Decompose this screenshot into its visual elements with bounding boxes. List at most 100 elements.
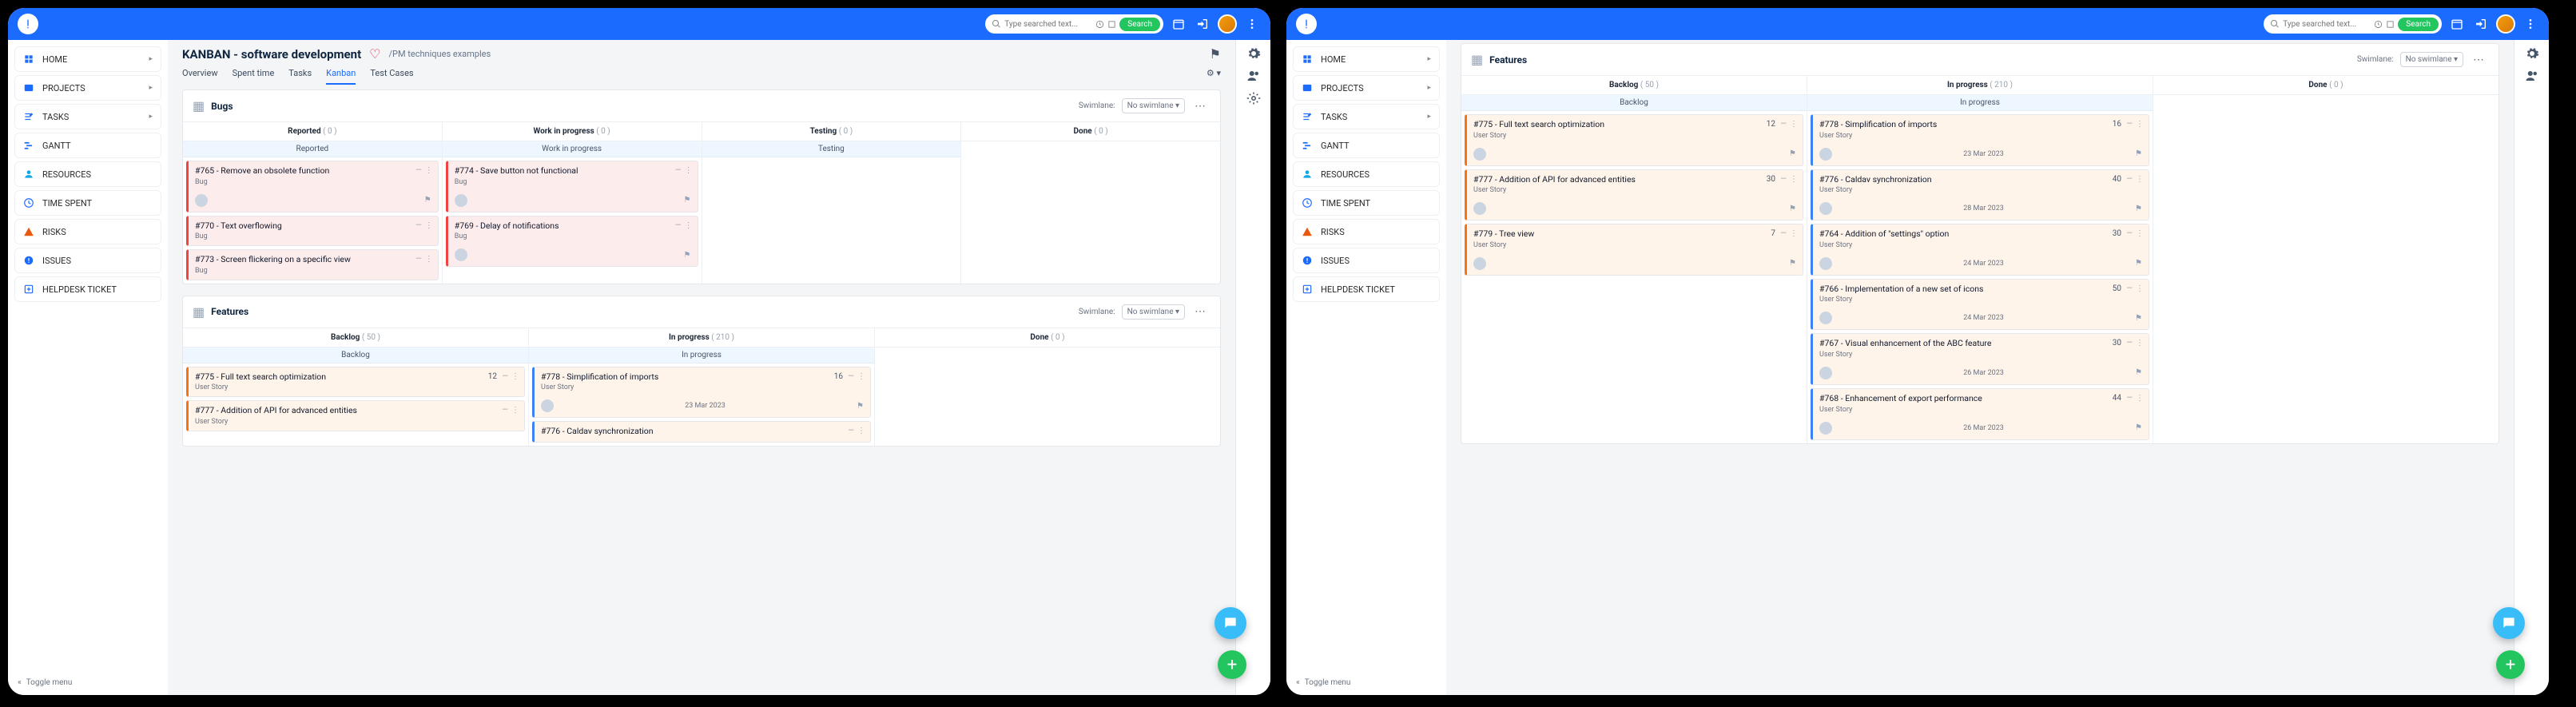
card-menu-icon[interactable]: ⋮ — [2136, 175, 2144, 184]
card-menu-icon[interactable]: ⋮ — [2136, 229, 2144, 238]
sidebar-item-tasks[interactable]: TASKS▸ — [1293, 104, 1440, 129]
expand-search-icon[interactable] — [2386, 20, 2395, 29]
sidebar-item-gantt[interactable]: GANTT — [1293, 133, 1440, 158]
sidebar-item-timespent[interactable]: TIME SPENT — [14, 190, 161, 216]
card-collapse-icon[interactable]: — — [2126, 284, 2133, 293]
sidebar-item-risks[interactable]: RISKS — [14, 219, 161, 244]
tab-spent-time[interactable]: Spent time — [233, 68, 275, 85]
features-options[interactable]: ⋯ — [2470, 54, 2489, 66]
flag-mini-icon[interactable]: ⚑ — [424, 196, 431, 205]
card-collapse-icon[interactable]: — — [2126, 394, 2133, 403]
assignee-avatar[interactable] — [1819, 367, 1832, 379]
sidebar-item-tasks[interactable]: TASKS▸ — [14, 104, 161, 129]
kanban-card[interactable]: — ⋮ #773 - Screen flickering on a specif… — [186, 249, 439, 280]
card-collapse-icon[interactable]: — — [675, 221, 682, 230]
card-menu-icon[interactable]: ⋮ — [511, 372, 519, 381]
sidebar-item-projects[interactable]: PROJECTS▸ — [1293, 75, 1440, 101]
users-icon[interactable] — [2525, 69, 2539, 83]
card-collapse-icon[interactable]: — — [675, 166, 682, 175]
exit-icon[interactable] — [1194, 15, 1211, 33]
sidebar-item-helpdesk[interactable]: HELPDESK TICKET — [14, 276, 161, 302]
flag-mini-icon[interactable]: ⚑ — [1789, 149, 1796, 158]
expand-search-icon[interactable] — [1107, 20, 1116, 29]
card-collapse-icon[interactable]: — — [502, 406, 508, 415]
kanban-card[interactable]: — ⋮ #774 - Save button not functional Bu… — [446, 161, 698, 212]
flag-mini-icon[interactable]: ⚑ — [2135, 259, 2142, 268]
flag-icon[interactable]: ⚑ — [1210, 46, 1221, 62]
flag-mini-icon[interactable]: ⚑ — [684, 196, 691, 205]
kanban-card[interactable]: — ⋮ 44 #768 - Enhancement of export perf… — [1811, 388, 2149, 440]
card-collapse-icon[interactable]: — — [415, 221, 422, 230]
card-collapse-icon[interactable]: — — [1780, 120, 1787, 129]
card-menu-icon[interactable]: ⋮ — [425, 255, 433, 264]
assignee-avatar[interactable] — [195, 194, 208, 207]
search-input[interactable] — [2283, 20, 2371, 29]
assignee-avatar[interactable] — [1819, 312, 1832, 324]
card-collapse-icon[interactable]: — — [848, 372, 854, 381]
sidebar-item-home[interactable]: HOME▸ — [14, 46, 161, 72]
toggle-menu-button[interactable]: « Toggle menu — [1296, 678, 1350, 687]
card-collapse-icon[interactable]: — — [1780, 175, 1787, 184]
card-menu-icon[interactable]: ⋮ — [857, 372, 865, 381]
features-options[interactable]: ⋯ — [1191, 305, 1210, 318]
swimlane-select[interactable]: No swimlane ▾ — [2400, 52, 2463, 67]
user-avatar[interactable] — [2496, 14, 2515, 34]
flag-mini-icon[interactable]: ⚑ — [2135, 368, 2142, 377]
clock-icon[interactable] — [1095, 20, 1104, 29]
kanban-card[interactable]: — ⋮ 40 #776 - Caldav synchronization Use… — [1811, 169, 2149, 221]
flag-mini-icon[interactable]: ⚑ — [684, 251, 691, 260]
card-menu-icon[interactable]: ⋮ — [1790, 120, 1798, 129]
kanban-card[interactable]: — ⋮ 30 #764 - Addition of "settings" opt… — [1811, 224, 2149, 276]
gear-icon[interactable] — [1246, 46, 1261, 61]
add-fab[interactable]: + — [2496, 650, 2525, 679]
card-collapse-icon[interactable]: — — [415, 255, 422, 264]
kanban-card[interactable]: — ⋮ 16 #778 - Simplification of imports … — [532, 367, 871, 419]
card-menu-icon[interactable]: ⋮ — [857, 427, 865, 435]
kanban-card[interactable]: — ⋮ 12 #775 - Full text search optimizat… — [1465, 114, 1803, 166]
assignee-avatar[interactable] — [1473, 257, 1486, 270]
chat-bubble[interactable] — [2493, 607, 2525, 639]
kanban-card[interactable]: — ⋮ 7 #779 - Tree view User Story ⚑ — [1465, 224, 1803, 276]
sidebar-item-resources[interactable]: RESOURCES — [1293, 161, 1440, 187]
assignee-avatar[interactable] — [1819, 422, 1832, 435]
settings-cog-icon[interactable] — [1246, 91, 1261, 105]
swimlane-select[interactable]: No swimlane ▾ — [1122, 98, 1185, 113]
chat-bubble[interactable] — [1214, 607, 1246, 639]
global-search[interactable]: Search — [985, 14, 1163, 34]
swimlane-select[interactable]: No swimlane ▾ — [1122, 304, 1185, 320]
tab-overview[interactable]: Overview — [182, 68, 218, 85]
gear-icon[interactable] — [2525, 46, 2539, 61]
card-collapse-icon[interactable]: — — [1780, 229, 1787, 238]
flag-mini-icon[interactable]: ⚑ — [1789, 259, 1796, 268]
assignee-avatar[interactable] — [1819, 202, 1832, 215]
clock-icon[interactable] — [2374, 20, 2383, 29]
tab-tasks[interactable]: Tasks — [288, 68, 312, 85]
card-menu-icon[interactable]: ⋮ — [1790, 175, 1798, 184]
card-collapse-icon[interactable]: — — [2126, 175, 2133, 184]
tab-kanban[interactable]: Kanban — [326, 68, 356, 85]
sidebar-item-risks[interactable]: RISKS — [1293, 219, 1440, 244]
sidebar-item-helpdesk[interactable]: HELPDESK TICKET — [1293, 276, 1440, 302]
assignee-avatar[interactable] — [1473, 148, 1486, 161]
flag-mini-icon[interactable]: ⚑ — [2135, 423, 2142, 432]
card-menu-icon[interactable]: ⋮ — [2136, 120, 2144, 129]
assignee-avatar[interactable] — [1819, 148, 1832, 161]
kanban-card[interactable]: — ⋮ #769 - Delay of notifications Bug ⚑ — [446, 216, 698, 268]
overflow-menu-icon[interactable] — [2522, 15, 2539, 33]
bugs-options[interactable]: ⋯ — [1191, 100, 1210, 113]
flag-mini-icon[interactable]: ⚑ — [857, 402, 864, 411]
card-collapse-icon[interactable]: — — [415, 166, 422, 175]
card-collapse-icon[interactable]: — — [2126, 339, 2133, 348]
app-logo[interactable] — [1296, 14, 1317, 34]
breadcrumb[interactable]: /PM techniques examples — [389, 49, 491, 59]
kanban-card[interactable]: — ⋮ 30 #777 - Addition of API for advanc… — [1465, 169, 1803, 221]
card-menu-icon[interactable]: ⋮ — [425, 221, 433, 230]
flag-mini-icon[interactable]: ⚑ — [1789, 205, 1796, 213]
sidebar-item-issues[interactable]: ISSUES — [14, 248, 161, 273]
sidebar-item-timespent[interactable]: TIME SPENT — [1293, 190, 1440, 216]
calendar-icon[interactable] — [1170, 15, 1187, 33]
gear-dropdown-icon[interactable]: ⚙ ▾ — [1207, 68, 1221, 85]
card-menu-icon[interactable]: ⋮ — [2136, 284, 2144, 293]
toggle-menu-button[interactable]: « Toggle menu — [18, 678, 72, 687]
card-collapse-icon[interactable]: — — [2126, 229, 2133, 238]
